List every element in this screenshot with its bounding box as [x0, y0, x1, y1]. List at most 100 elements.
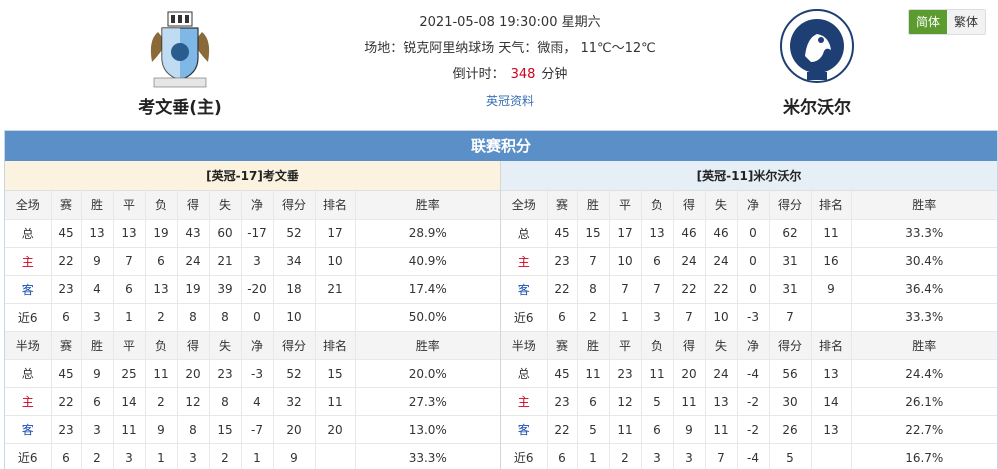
table-row: 近6 6 2 1 3 7 10 -3 7 33.3%	[501, 303, 997, 332]
table-cell: 7	[769, 303, 812, 332]
table-cell: 4	[241, 387, 274, 416]
row-label: 客	[5, 415, 52, 444]
table-cell	[811, 443, 852, 469]
table-row: 总 45 9 25 11 20 23 -3 52 15 20.0%	[5, 359, 500, 388]
column-header: 平	[113, 331, 146, 360]
row-label: 总	[5, 359, 52, 388]
table-row: 总 45 11 23 11 20 24 -4 56 13 24.4%	[501, 359, 997, 388]
column-header: 净	[737, 191, 770, 220]
table-cell: 1	[609, 303, 642, 332]
column-header: 赛	[51, 191, 82, 220]
coventry-crest-icon	[150, 11, 210, 88]
table-cell: 23	[547, 247, 578, 276]
home-half-table: 半场赛胜平负得失净得分 排名 胜率总 45 9 25 11 20 23 -3 52 15 20.0% 主 2…	[5, 331, 500, 469]
row-label: 近6	[5, 443, 52, 469]
table-cell: 21	[315, 275, 356, 304]
table-cell: 12	[609, 387, 642, 416]
home-team[interactable]: 考文垂(主)	[100, 6, 260, 118]
column-header: 胜率	[355, 191, 500, 220]
row-label: 主	[501, 247, 548, 276]
home-standings-title: [英冠-17]考文垂	[5, 161, 500, 191]
match-datetime: 2021-05-08 19:30:00 星期六	[419, 15, 601, 30]
column-header: 失	[209, 191, 242, 220]
table-cell: 20.0%	[355, 359, 500, 388]
table-cell: 40.9%	[355, 247, 500, 276]
countdown-label: 倒计时：	[452, 67, 505, 82]
table-cell: 6	[547, 303, 578, 332]
table-row: 客 23 4 6 13 19 39 -20 18 21 17.4%	[5, 275, 500, 304]
column-header: 赛	[51, 331, 82, 360]
table-cell: 2	[81, 443, 114, 469]
table-row: 主 22 6 14 2 12 8 4 32 11 27.3%	[5, 387, 500, 416]
table-cell: 9	[145, 415, 178, 444]
table-cell: 16	[811, 247, 852, 276]
table-cell: 10	[609, 247, 642, 276]
away-standings-title: [英冠-11]米尔沃尔	[501, 161, 997, 191]
table-cell: 23	[51, 275, 82, 304]
table-cell: 13	[811, 415, 852, 444]
lang-traditional-button[interactable]: 繁体	[947, 10, 985, 34]
row-label: 主	[501, 387, 548, 416]
row-label: 总	[5, 219, 52, 248]
table-cell: 1	[145, 443, 178, 469]
column-header: 负	[145, 331, 178, 360]
table-cell: 8	[209, 303, 242, 332]
table-cell: -3	[241, 359, 274, 388]
lang-simplified-button[interactable]: 简体	[909, 10, 947, 34]
table-cell: 11	[315, 387, 356, 416]
table-cell: 3	[641, 303, 674, 332]
match-info: 2021-05-08 19:30:00 星期六 场地：锐克阿里纳球场 天气：微雨…	[300, 10, 720, 115]
table-cell: 19	[177, 275, 210, 304]
table-cell: 52	[273, 219, 316, 248]
countdown-unit: 分钟	[541, 67, 568, 82]
table-cell: 3	[241, 247, 274, 276]
table-cell: 46	[705, 219, 738, 248]
table-header-row: 半场赛胜平负得失净得分 排名 胜率	[501, 331, 997, 360]
table-cell: 60	[209, 219, 242, 248]
table-cell: 2	[145, 303, 178, 332]
row-label: 总	[501, 219, 548, 248]
table-cell: 3	[177, 443, 210, 469]
away-team[interactable]: 米尔沃尔	[737, 6, 897, 118]
table-cell: 31	[769, 275, 812, 304]
table-cell: 30	[769, 387, 812, 416]
table-row: 近6 6 2 3 1 3 2 1 9 33.3%	[5, 443, 500, 469]
table-cell: 7	[705, 443, 738, 469]
table-row: 近6 6 3 1 2 8 8 0 10 50.0%	[5, 303, 500, 332]
table-cell: 50.0%	[355, 303, 500, 332]
table-cell: 45	[547, 359, 578, 388]
table-cell: 12	[177, 387, 210, 416]
table-cell: 16.7%	[851, 443, 997, 469]
column-header: 胜	[577, 191, 610, 220]
column-header: 平	[609, 331, 642, 360]
column-header: 负	[641, 331, 674, 360]
table-cell: 56	[769, 359, 812, 388]
table-cell: 24	[177, 247, 210, 276]
table-cell: -4	[737, 443, 770, 469]
table-cell: 22.7%	[851, 415, 997, 444]
table-row: 主 23 6 12 5 11 13 -2 30 14 26.1%	[501, 387, 997, 416]
table-cell: 22	[673, 275, 706, 304]
away-team-name: 米尔沃尔	[783, 98, 851, 118]
column-header: 胜	[81, 331, 114, 360]
table-cell: 7	[609, 275, 642, 304]
table-cell: 22	[705, 275, 738, 304]
league-info-link[interactable]: 英冠资料	[486, 94, 534, 108]
table-cell: 21	[209, 247, 242, 276]
column-header: 排名	[811, 331, 852, 360]
column-header: 净	[241, 331, 274, 360]
table-cell: 11	[705, 415, 738, 444]
column-header: 得分	[769, 191, 812, 220]
table-cell: 6	[145, 247, 178, 276]
table-cell: 24	[705, 247, 738, 276]
column-header: 全场	[501, 191, 548, 220]
table-cell: 7	[113, 247, 146, 276]
countdown: 倒计时： 348 分钟	[300, 62, 720, 88]
table-cell: -7	[241, 415, 274, 444]
table-cell: 10	[705, 303, 738, 332]
table-cell: 6	[81, 387, 114, 416]
table-cell: 23	[51, 415, 82, 444]
table-cell: 15	[315, 359, 356, 388]
table-cell: 19	[145, 219, 178, 248]
table-cell: -17	[241, 219, 274, 248]
